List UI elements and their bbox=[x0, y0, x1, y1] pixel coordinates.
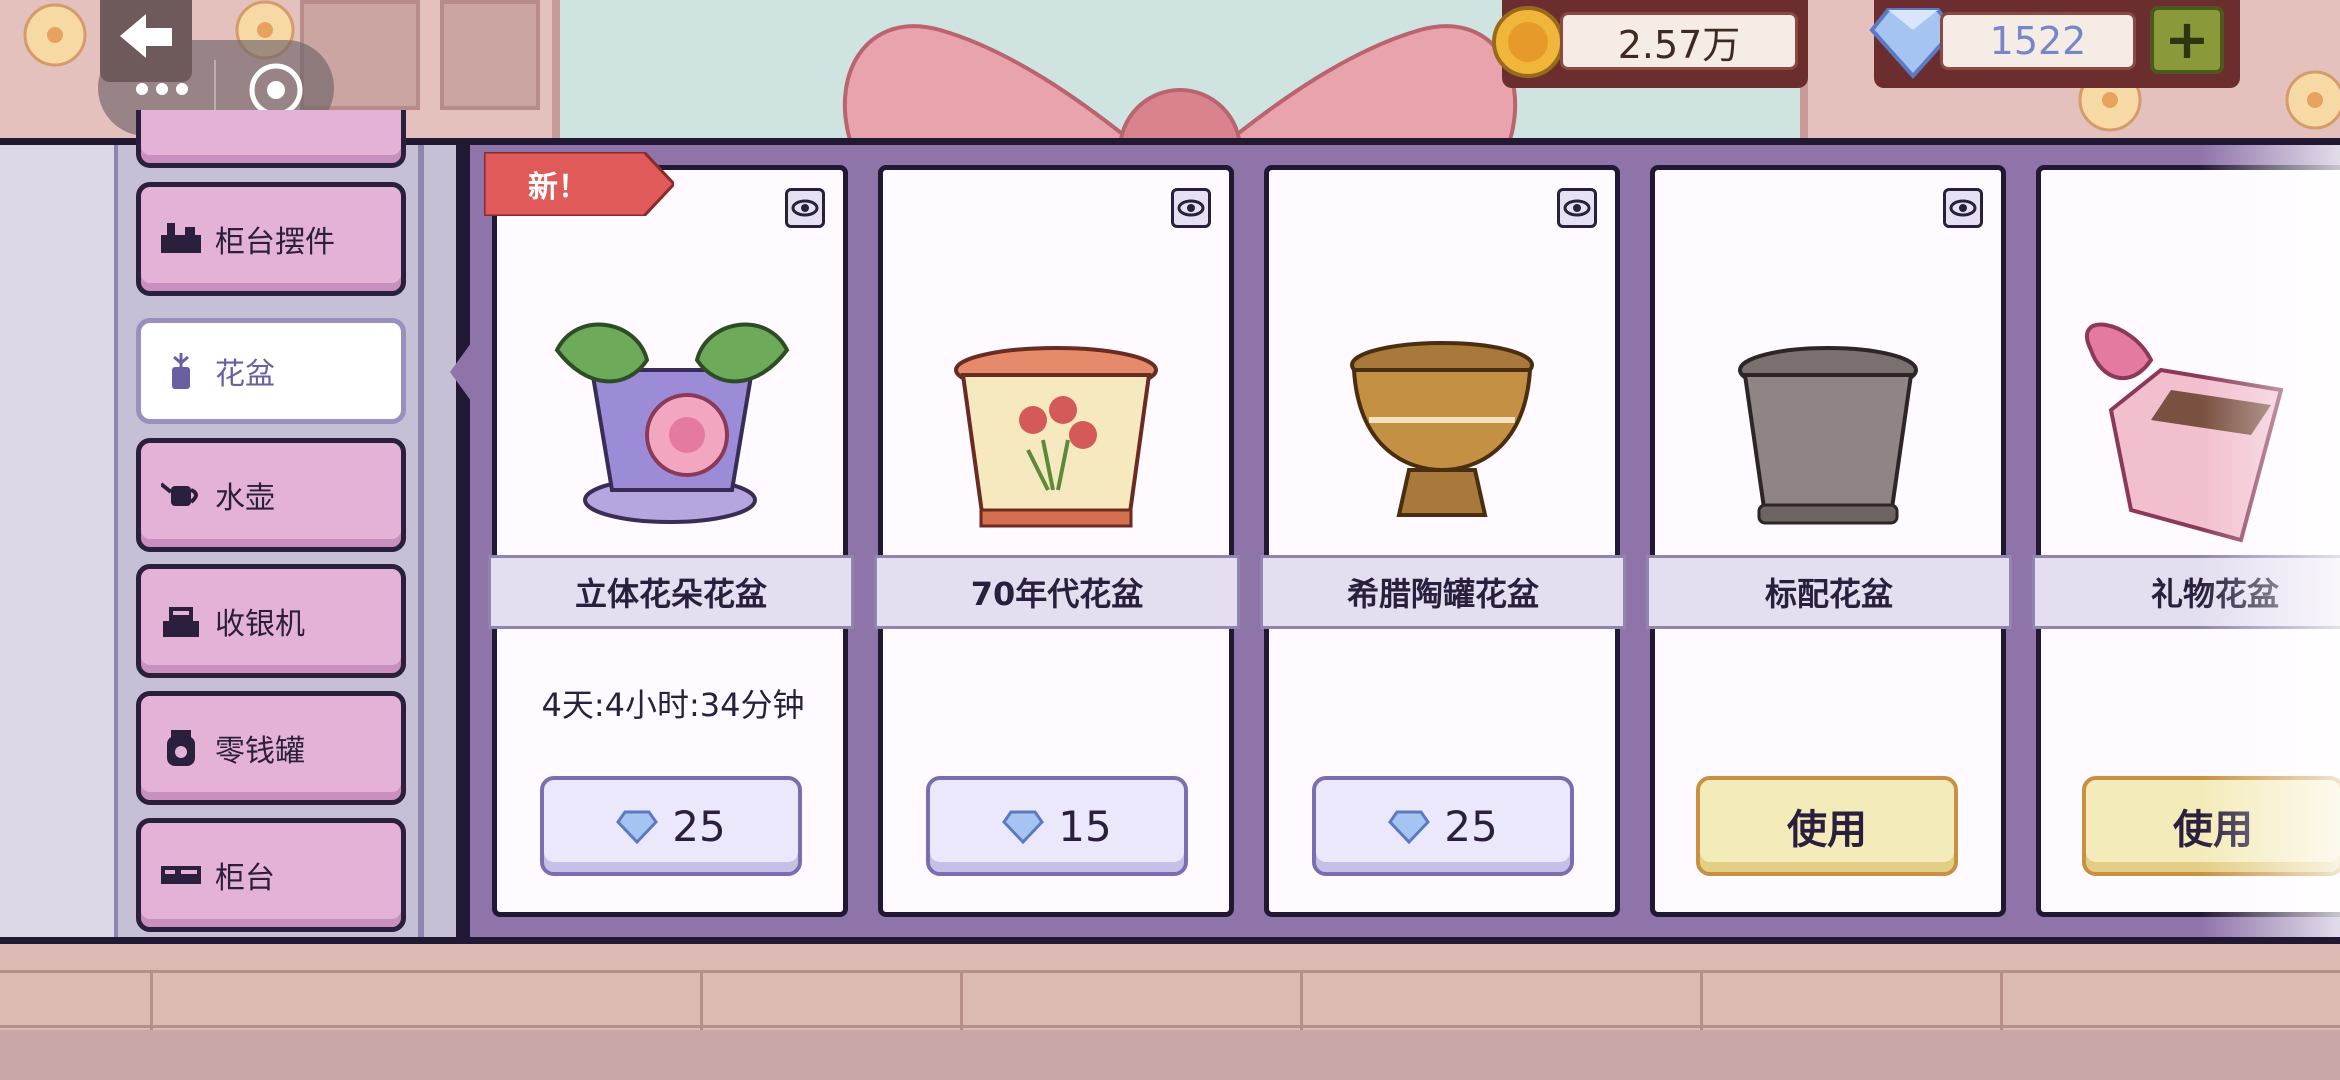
category-panel-margin bbox=[0, 145, 118, 937]
price-value: 15 bbox=[1058, 801, 1112, 851]
70s-pot-image bbox=[954, 346, 1158, 528]
category-scroll-rail bbox=[418, 145, 424, 937]
counter-icon bbox=[161, 855, 201, 895]
category-item-watering-can[interactable]: 水壶 bbox=[136, 438, 406, 552]
item-name: 70年代花盆 bbox=[970, 575, 1144, 613]
preview-eye-button[interactable] bbox=[1943, 188, 1983, 228]
diamond-icon bbox=[616, 810, 659, 844]
ribbon-bow-decoration bbox=[842, 24, 1518, 150]
watering-can-icon bbox=[161, 475, 201, 515]
counter-decor-icon bbox=[161, 219, 201, 259]
preview-eye-button[interactable] bbox=[785, 188, 825, 228]
coin-count: 2.57万 bbox=[1560, 12, 1798, 70]
category-item-coin-jar[interactable]: 零钱罐 bbox=[136, 691, 406, 805]
new-badge-label: 新！ bbox=[528, 170, 588, 205]
item-name: 希腊陶罐花盆 bbox=[1346, 575, 1539, 613]
category-pointer bbox=[450, 328, 482, 416]
item-name-bar: 标配花盆 bbox=[1646, 555, 2012, 629]
category-item-counter-decor[interactable]: 柜台摆件 bbox=[136, 182, 406, 296]
item-name-bar: 立体花朵花盆 bbox=[488, 555, 854, 629]
category-label: 柜台摆件 bbox=[215, 225, 335, 260]
category-label: 零钱罐 bbox=[215, 734, 305, 769]
standard-pot-image bbox=[1738, 346, 1918, 525]
price-value: 25 bbox=[672, 801, 726, 851]
buy-button-gems[interactable]: 15 bbox=[926, 776, 1188, 876]
more-dots-icon bbox=[136, 83, 188, 95]
price-value: 25 bbox=[1444, 801, 1498, 851]
limited-time-countdown: 4天:4小时:34分钟 bbox=[541, 686, 805, 724]
scroll-fade-overlay bbox=[2200, 145, 2340, 937]
buy-button-gems[interactable]: 25 bbox=[540, 776, 802, 876]
eye-icon bbox=[791, 199, 819, 217]
item-name-bar: 70年代花盆 bbox=[874, 555, 1240, 629]
preview-eye-button[interactable] bbox=[1557, 188, 1597, 228]
back-button[interactable] bbox=[100, 0, 192, 82]
back-arrow-icon bbox=[120, 14, 172, 58]
cash-register-icon bbox=[161, 601, 201, 641]
diamond-icon bbox=[1002, 810, 1045, 844]
use-button[interactable]: 使用 bbox=[1696, 776, 1958, 876]
floor-edge bbox=[0, 1030, 2340, 1080]
more-menu-button[interactable] bbox=[120, 74, 204, 104]
coin-jar-icon bbox=[161, 728, 201, 768]
flower-pot-image bbox=[554, 322, 790, 524]
add-gems-button[interactable]: + bbox=[2150, 6, 2224, 74]
blossom-decoration bbox=[2285, 70, 2340, 130]
category-item-flowerpot[interactable]: 花盆 bbox=[136, 318, 406, 424]
diamond-icon bbox=[1388, 810, 1431, 844]
category-label: 柜台 bbox=[215, 861, 275, 896]
category-item-cash-register[interactable]: 收银机 bbox=[136, 564, 406, 678]
eye-icon bbox=[1177, 199, 1205, 217]
buy-button-gems[interactable]: 25 bbox=[1312, 776, 1574, 876]
category-label: 花盆 bbox=[215, 357, 275, 392]
gem-count: 1522 bbox=[1940, 12, 2136, 70]
flowerpot-icon bbox=[161, 351, 201, 391]
eye-icon bbox=[1949, 199, 1977, 217]
coin-icon bbox=[1490, 4, 1566, 80]
category-label: 收银机 bbox=[215, 607, 305, 642]
blossom-decoration bbox=[23, 3, 87, 67]
item-name-bar: 希腊陶罐花盆 bbox=[1260, 555, 1626, 629]
category-item-counter[interactable]: 柜台 bbox=[136, 818, 406, 932]
category-item-partial[interactable] bbox=[136, 110, 406, 168]
item-name: 标配花盆 bbox=[1764, 575, 1893, 613]
greek-pot-image bbox=[1350, 341, 1534, 517]
item-name: 立体花朵花盆 bbox=[574, 575, 767, 613]
category-label: 水壶 bbox=[215, 481, 275, 516]
capsule-divider bbox=[214, 60, 216, 116]
eye-icon bbox=[1563, 199, 1591, 217]
preview-eye-button[interactable] bbox=[1171, 188, 1211, 228]
